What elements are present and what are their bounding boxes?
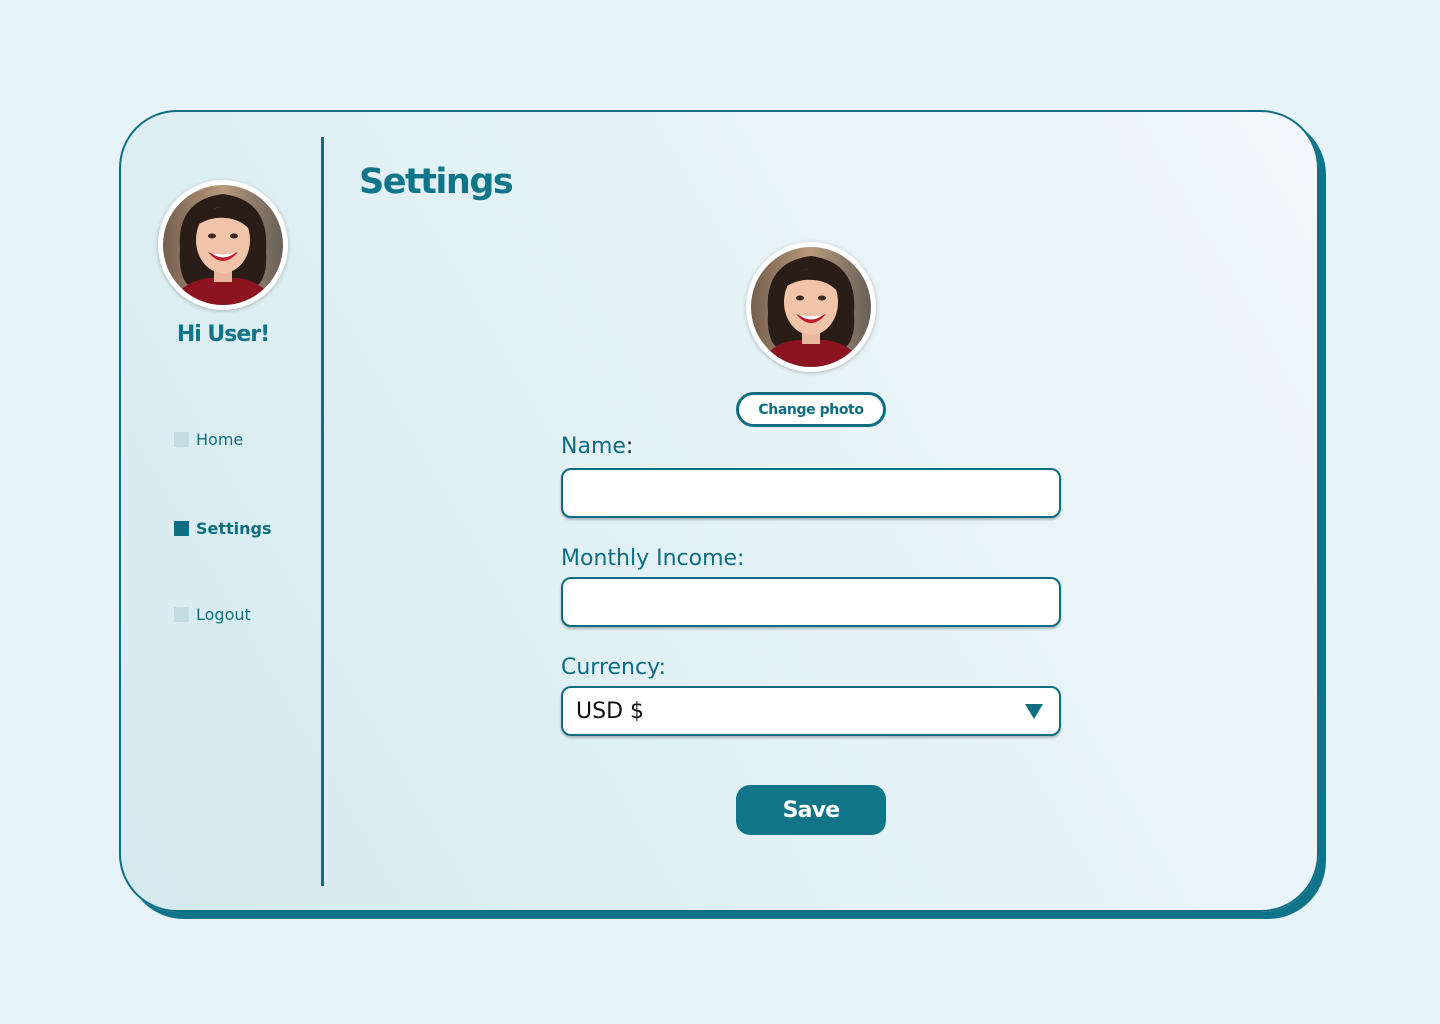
currency-select[interactable]: USD $	[561, 686, 1061, 736]
user-photo-icon	[158, 180, 288, 310]
settings-bullet-icon	[174, 520, 189, 536]
change-photo-button[interactable]: Change photo	[736, 392, 886, 427]
caret-down-icon	[1025, 703, 1043, 719]
currency-selected-value: USD $	[576, 698, 644, 724]
sidebar-item-label: Settings	[196, 518, 272, 538]
sidebar-avatar	[158, 180, 288, 310]
monthly-income-label: Monthly Income:	[561, 546, 745, 571]
home-bullet-icon	[174, 431, 189, 447]
sidebar-item-settings[interactable]: Settings	[174, 517, 272, 539]
sidebar-item-home[interactable]: Home	[174, 428, 243, 450]
user-photo-icon	[746, 242, 876, 372]
currency-label: Currency:	[561, 655, 666, 680]
name-label-text: Name	[561, 434, 626, 459]
page-title: Settings	[359, 162, 514, 202]
monthly-income-field[interactable]	[561, 577, 1061, 627]
sidebar-item-label: Home	[196, 429, 244, 449]
logout-bullet-icon	[174, 606, 189, 622]
save-button[interactable]: Save	[736, 785, 886, 835]
sidebar-item-logout[interactable]: Logout	[174, 603, 251, 625]
sidebar-divider	[321, 137, 324, 886]
name-label-colon: :	[625, 434, 634, 459]
name-label: Name:	[561, 434, 633, 459]
sidebar-item-label: Logout	[196, 604, 251, 624]
profile-avatar	[746, 242, 876, 372]
name-field[interactable]	[561, 468, 1061, 518]
greeting-text: Hi User!	[176, 322, 270, 347]
